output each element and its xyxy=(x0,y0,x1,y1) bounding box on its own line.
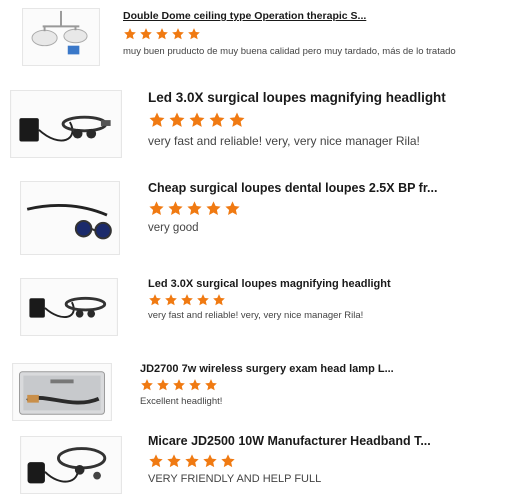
head-lamp-case-icon xyxy=(13,364,111,420)
rating-stars xyxy=(148,200,241,217)
star-icon xyxy=(202,453,218,469)
product-image[interactable] xyxy=(20,278,118,336)
review-item: Led 3.0X surgical loupes magnifying head… xyxy=(0,80,514,160)
star-icon xyxy=(228,111,246,129)
star-icon xyxy=(155,27,169,41)
star-icon xyxy=(220,453,236,469)
review-item: Micare JD2500 10W Manufacturer Headband … xyxy=(0,430,514,495)
star-icon xyxy=(171,27,185,41)
loupes-icon xyxy=(21,182,119,254)
rating-stars xyxy=(148,293,226,307)
product-image[interactable] xyxy=(20,181,120,255)
review-comment: very good xyxy=(148,222,199,234)
rating-stars xyxy=(123,27,201,41)
star-icon xyxy=(187,27,201,41)
headband-lamp-icon xyxy=(21,437,121,493)
star-icon xyxy=(212,293,226,307)
star-icon xyxy=(139,27,153,41)
star-icon xyxy=(167,200,184,217)
review-item: Cheap surgical loupes dental loupes 2.5X… xyxy=(0,175,514,255)
star-icon xyxy=(188,111,206,129)
review-comment: VERY FRIENDLY AND HELP FULL xyxy=(148,473,322,485)
rating-stars xyxy=(148,453,236,469)
star-icon xyxy=(188,378,202,392)
product-image[interactable] xyxy=(10,90,122,158)
product-title[interactable]: Led 3.0X surgical loupes magnifying head… xyxy=(148,278,488,290)
review-item: Double Dome ceiling type Operation thera… xyxy=(0,0,514,70)
product-title[interactable]: JD2700 7w wireless surgery exam head lam… xyxy=(140,363,490,375)
product-image[interactable] xyxy=(12,363,112,421)
star-icon xyxy=(208,111,226,129)
star-icon xyxy=(164,293,178,307)
star-icon xyxy=(123,27,137,41)
product-title[interactable]: Led 3.0X surgical loupes magnifying head… xyxy=(148,90,508,105)
star-icon xyxy=(148,293,162,307)
star-icon xyxy=(168,111,186,129)
star-icon xyxy=(224,200,241,217)
star-icon xyxy=(186,200,203,217)
rating-stars xyxy=(140,378,218,392)
review-comment: very fast and reliable! very, very nice … xyxy=(148,310,364,321)
review-item: Led 3.0X surgical loupes magnifying head… xyxy=(0,272,514,342)
review-comment: muy buen pruducto de muy buena calidad p… xyxy=(123,46,456,57)
star-icon xyxy=(205,200,222,217)
star-icon xyxy=(156,378,170,392)
surgical-ceiling-lamp-icon xyxy=(23,9,99,65)
headlight-loupes-icon xyxy=(21,279,117,335)
product-image[interactable] xyxy=(22,8,100,66)
star-icon xyxy=(140,378,154,392)
headlight-loupes-icon xyxy=(11,91,121,157)
star-icon xyxy=(148,111,166,129)
star-icon xyxy=(148,453,164,469)
rating-stars xyxy=(148,111,246,129)
star-icon xyxy=(180,293,194,307)
product-title[interactable]: Micare JD2500 10W Manufacturer Headband … xyxy=(148,434,498,448)
star-icon xyxy=(184,453,200,469)
product-title[interactable]: Double Dome ceiling type Operation thera… xyxy=(123,10,391,22)
star-icon xyxy=(196,293,210,307)
star-icon xyxy=(172,378,186,392)
review-comment: Excellent headlight! xyxy=(140,396,223,407)
star-icon xyxy=(166,453,182,469)
review-item: JD2700 7w wireless surgery exam head lam… xyxy=(0,355,514,425)
review-comment: very fast and reliable! very, very nice … xyxy=(148,134,420,148)
star-icon xyxy=(148,200,165,217)
star-icon xyxy=(204,378,218,392)
product-title[interactable]: Cheap surgical loupes dental loupes 2.5X… xyxy=(148,181,488,195)
product-image[interactable] xyxy=(20,436,122,494)
